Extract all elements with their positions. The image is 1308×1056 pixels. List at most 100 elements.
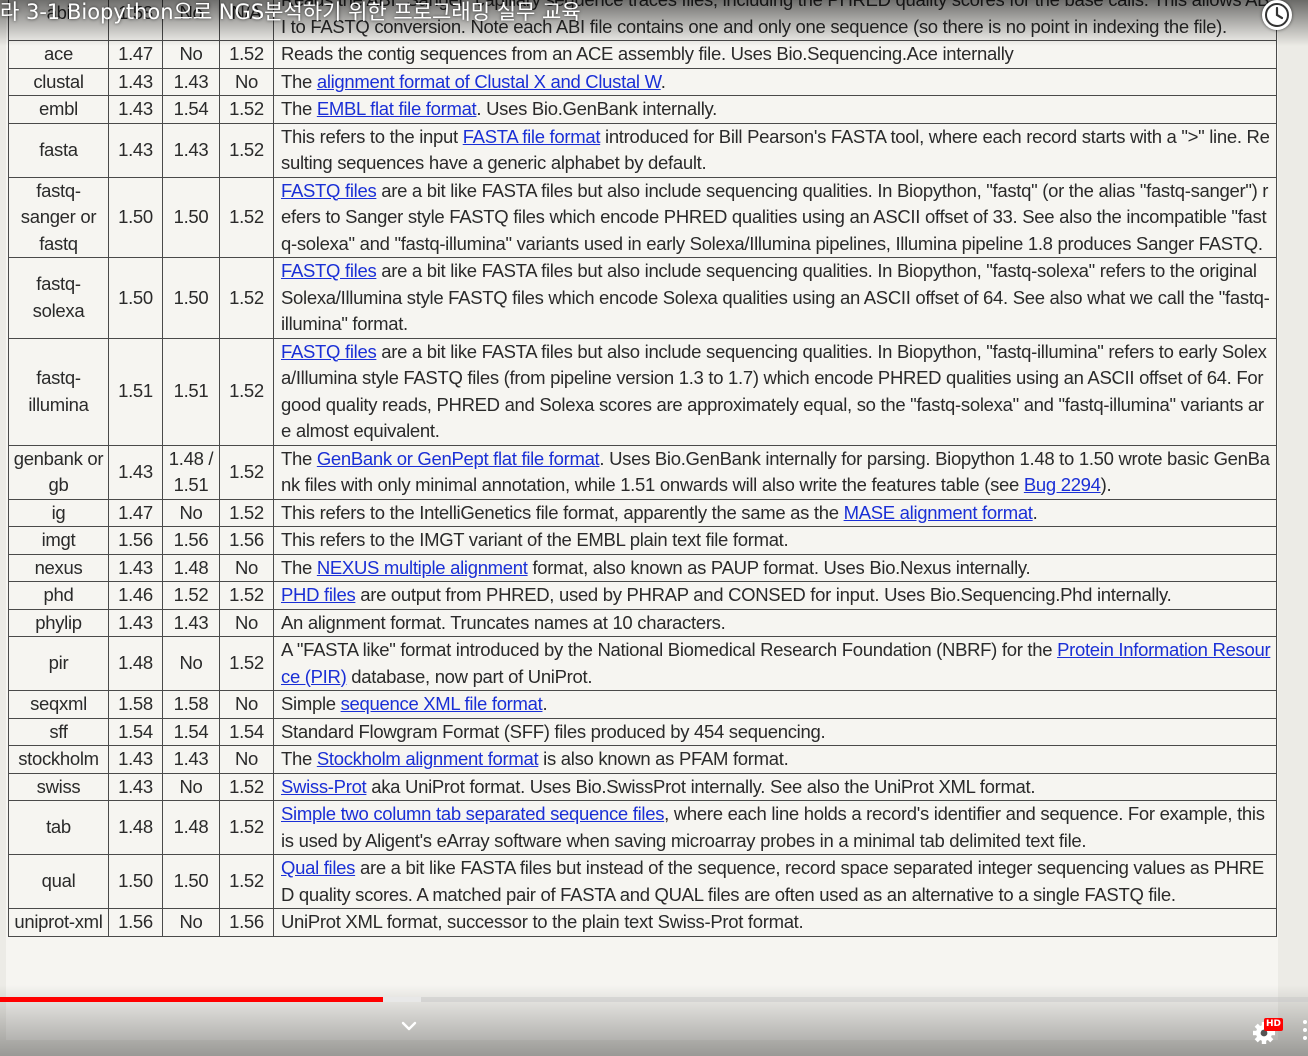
doc-link[interactable]: PHD files	[281, 584, 356, 605]
write-version-cell: 1.43	[162, 608, 220, 637]
description-text: database, now part of UniProt.	[346, 665, 593, 687]
description-cell: This refers to the IntelliGenetics file …	[273, 498, 1277, 527]
description-text: The	[281, 748, 317, 769]
first-version-cell: 1.51	[108, 337, 163, 446]
write-version-cell: 1.50	[162, 176, 220, 258]
table-row: fastq-sanger or fastq 1.50 1.50 1.52 FASTQ f…	[8, 176, 1277, 258]
description-cell: This refers to the input FASTA file form…	[273, 122, 1277, 178]
first-version-cell: 1.48	[108, 636, 163, 691]
first-version-cell: 1.43	[108, 122, 163, 178]
index-version-cell: 1.52	[219, 581, 274, 610]
doc-link[interactable]: FASTQ files	[281, 341, 377, 362]
doc-link[interactable]: EMBL flat file format	[317, 98, 477, 119]
first-version-cell: 1.50	[108, 176, 163, 258]
write-version-cell: 1.58	[162, 690, 220, 719]
video-player[interactable]: abi1.58NoN/AReads the ABI "Sanger" capil…	[0, 0, 1308, 1056]
doc-link[interactable]: Stockholm alignment format	[317, 748, 539, 769]
write-version-cell: 1.52	[162, 581, 220, 610]
write-version-cell: 1.48	[162, 553, 220, 582]
description-text: The	[281, 98, 317, 119]
doc-link[interactable]: FASTA file format	[463, 126, 601, 147]
description-text: format, also known as PAUP format. Uses …	[527, 556, 1031, 578]
description-text: This refers to the IntelliGenetics file …	[281, 501, 844, 523]
description-text: This refers to the IMGT variant of the E…	[281, 529, 789, 550]
table-row: embl 1.43 1.54 1.52 The EMBL flat file forma…	[8, 95, 1277, 124]
format-name-cell: fastq-solexa	[8, 257, 109, 339]
progress-bar[interactable]	[0, 997, 1308, 1002]
write-version-cell: 1.50	[162, 854, 220, 909]
table-row: sff 1.54 1.54 1.54 Standard Flowgram Format …	[8, 717, 1277, 746]
watch-later-button[interactable]	[1262, 0, 1292, 30]
vertical-dots-icon	[1303, 1020, 1307, 1040]
doc-link[interactable]: FASTQ files	[281, 260, 377, 281]
format-name-cell: seqxml	[8, 690, 109, 719]
progress-played	[0, 997, 384, 1002]
write-version-cell: No	[162, 498, 220, 527]
doc-link[interactable]: Simple two column tab separated sequence…	[281, 803, 664, 824]
doc-link[interactable]: sequence XML file format	[341, 693, 543, 714]
format-name-cell: fasta	[8, 122, 109, 178]
format-name-cell: nexus	[8, 553, 109, 582]
write-version-cell: 1.48	[162, 800, 220, 855]
first-version-cell: 1.48	[108, 800, 163, 855]
first-version-cell: 1.47	[108, 498, 163, 527]
doc-link[interactable]: MASE alignment format	[844, 502, 1033, 523]
video-title[interactable]: 라 3-1 Biopython으로 NGS분석하기 위한 프로그래밍 실무 교육	[0, 0, 581, 26]
first-version-cell: 1.43	[108, 444, 163, 500]
first-version-cell: 1.56	[108, 526, 163, 555]
format-name-cell: stockholm	[8, 745, 109, 774]
first-version-cell: 1.46	[108, 581, 163, 610]
write-version-cell: 1.56	[162, 526, 220, 555]
table-row: seqxml 1.58 1.58 No Simple sequence XML file…	[8, 690, 1277, 719]
description-cell: Simple sequence XML file format.	[273, 690, 1277, 719]
doc-link[interactable]: NEXUS multiple alignment	[317, 557, 528, 578]
description-text: is also known as PFAM format.	[538, 748, 789, 769]
table-row: phd 1.46 1.52 1.52 PHD files are output from…	[8, 581, 1277, 610]
doc-link[interactable]: alignment format of Clustal X and Clusta…	[317, 71, 661, 92]
index-version-cell: 1.52	[219, 498, 274, 527]
more-options-button[interactable]	[1296, 1018, 1308, 1042]
table-row: uniprot-xml 1.56 No 1.56 UniProt XML format,…	[8, 908, 1277, 937]
description-text: Standard Flowgram Format (SFF) files pro…	[281, 720, 826, 742]
description-text: are output from PHRED, used by PHRAP and…	[355, 584, 1172, 605]
description-text: ).	[1100, 474, 1112, 495]
write-version-cell: 1.43	[162, 67, 220, 96]
description-cell: The Stockholm alignment format is also k…	[273, 745, 1277, 774]
doc-link[interactable]: Bug 2294	[1024, 474, 1101, 495]
format-name-cell: imgt	[8, 526, 109, 555]
description-text: are a bit like FASTA files but also incl…	[281, 260, 1270, 334]
format-name-cell: phylip	[8, 608, 109, 637]
description-text: An alignment format. Truncates names at …	[281, 611, 726, 633]
doc-link[interactable]: Swiss-Prot	[281, 776, 367, 797]
first-version-cell: 1.43	[108, 745, 163, 774]
description-text: This refers to the input	[281, 125, 463, 147]
description-cell: UniProt XML format, successor to the pla…	[273, 908, 1277, 937]
expand-controls-button[interactable]	[398, 1016, 420, 1036]
description-text: .	[1032, 501, 1038, 523]
description-cell: A "FASTA like" format introduced by the …	[273, 636, 1277, 691]
format-name-cell: phd	[8, 581, 109, 610]
description-text: are a bit like FASTA files but also incl…	[281, 340, 1267, 442]
index-version-cell: 1.52	[219, 176, 274, 258]
write-version-cell: No	[162, 908, 220, 937]
description-cell: PHD files are output from PHRED, used by…	[273, 581, 1277, 610]
index-version-cell: No	[219, 608, 274, 637]
format-name-cell: swiss	[8, 772, 109, 801]
doc-link[interactable]: GenBank or GenPept flat file format	[317, 448, 600, 469]
write-version-cell: 1.54	[162, 95, 220, 124]
doc-link[interactable]: FASTQ files	[281, 180, 377, 201]
table-row: pir 1.48 No 1.52 A "FASTA like" format intro…	[8, 636, 1277, 691]
format-name-cell: pir	[8, 636, 109, 691]
description-cell: This refers to the IMGT variant of the E…	[273, 526, 1277, 555]
description-cell: Qual files are a bit like FASTA files bu…	[273, 854, 1277, 909]
description-text: Reads the contig sequences from an ACE a…	[281, 43, 1014, 64]
table-row: ig 1.47 No 1.52 This refers to the IntelliGe…	[8, 498, 1277, 527]
index-version-cell: 1.56	[219, 526, 274, 555]
description-text: . Uses Bio.GenBank internally.	[476, 98, 717, 119]
doc-link[interactable]: Qual files	[281, 857, 355, 878]
table-row: fasta 1.43 1.43 1.52 This refers to the inpu…	[8, 122, 1277, 178]
format-name-cell: tab	[8, 800, 109, 855]
first-version-cell: 1.50	[108, 257, 163, 339]
format-table: abi1.58NoN/AReads the ABI "Sanger" capil…	[8, 0, 1277, 937]
table-row: stockholm 1.43 1.43 No The Stockholm alignme…	[8, 745, 1277, 774]
